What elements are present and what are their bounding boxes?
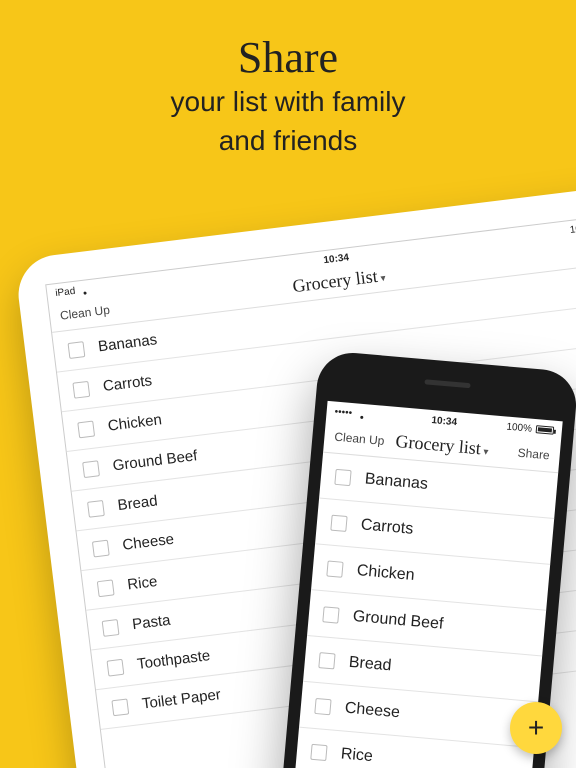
promo-heading: Share your list with family and friends <box>0 36 576 158</box>
battery-percent: 100% <box>506 421 532 434</box>
checkbox[interactable] <box>326 560 343 577</box>
checkbox[interactable] <box>314 697 331 714</box>
item-label: Ground Beef <box>352 607 444 633</box>
carrier-label: iPad <box>55 285 76 298</box>
checkbox[interactable] <box>318 652 335 669</box>
list-title[interactable]: Grocery list <box>291 265 386 297</box>
checkbox[interactable] <box>87 499 105 517</box>
item-label: Chicken <box>107 411 163 434</box>
clean-up-button[interactable]: Clean Up <box>323 419 396 458</box>
item-label: Toilet Paper <box>141 686 222 713</box>
item-label: Bananas <box>97 331 158 355</box>
checkbox[interactable] <box>310 743 327 760</box>
signal-icon: ••••• <box>334 406 352 418</box>
item-label: Bread <box>348 653 392 675</box>
checkbox[interactable] <box>106 658 124 676</box>
promo-sub-2: and friends <box>0 123 576 158</box>
list-title[interactable]: Grocery list <box>395 431 490 460</box>
checkbox[interactable] <box>334 468 351 485</box>
item-label: Cheese <box>344 699 401 722</box>
wifi-icon <box>356 408 369 419</box>
item-label: Chicken <box>356 562 415 585</box>
battery-icon <box>536 425 555 435</box>
checkbox[interactable] <box>67 341 85 359</box>
checkbox[interactable] <box>330 514 347 531</box>
checkbox[interactable] <box>72 380 90 398</box>
promo-script: Share <box>0 36 576 80</box>
item-label: Rice <box>340 745 373 766</box>
battery-percent: 100% <box>569 221 576 235</box>
checkbox[interactable] <box>92 539 110 557</box>
share-button[interactable]: Share <box>506 435 561 472</box>
item-label: Rice <box>126 573 158 594</box>
checkbox[interactable] <box>97 579 115 597</box>
item-label: Pasta <box>131 612 171 634</box>
checkbox[interactable] <box>77 420 95 438</box>
phone-speaker <box>424 379 470 388</box>
checkbox[interactable] <box>322 606 339 623</box>
item-label: Cheese <box>122 531 175 554</box>
item-label: Carrots <box>102 372 153 395</box>
add-button[interactable]: + <box>510 702 562 754</box>
item-label: Carrots <box>360 516 414 539</box>
item-label: Bananas <box>364 470 429 493</box>
item-label: Ground Beef <box>112 447 199 474</box>
plus-icon: + <box>528 712 544 744</box>
checkbox[interactable] <box>111 698 129 716</box>
checkbox[interactable] <box>82 460 100 478</box>
wifi-icon <box>79 284 92 295</box>
checkbox[interactable] <box>102 619 120 637</box>
promo-sub-1: your list with family <box>0 84 576 119</box>
item-label: Toothpaste <box>136 647 211 673</box>
item-label: Bread <box>117 492 159 514</box>
